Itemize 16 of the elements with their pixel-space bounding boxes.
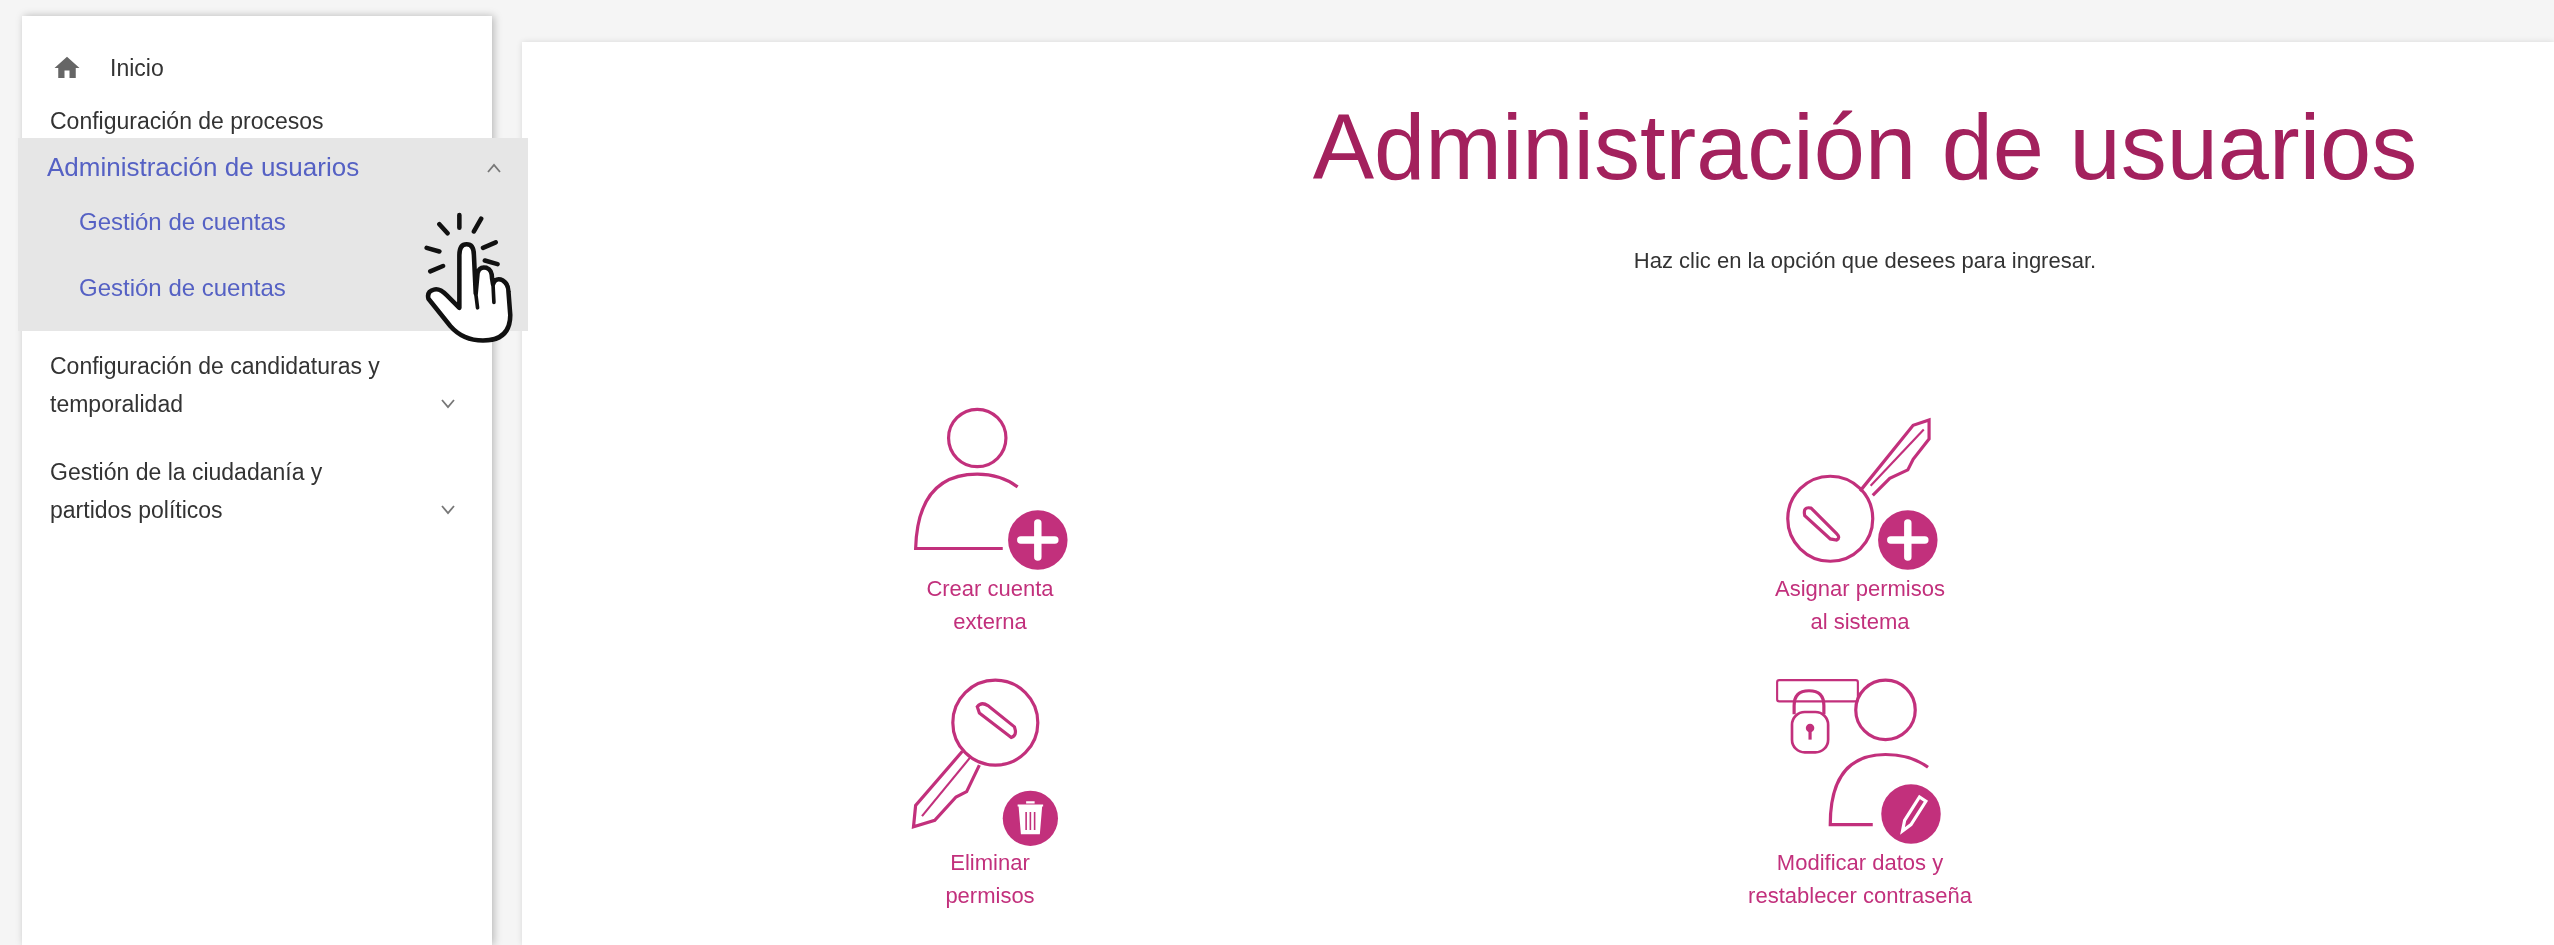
page-title: Administración de usuarios xyxy=(1312,95,2418,200)
option-label[interactable]: Crear cuenta externa xyxy=(926,572,1054,638)
chevron-icon[interactable] xyxy=(440,399,456,409)
sidebar-item[interactable]: Gestión de la ciudadanía y partidos políticos xyxy=(50,453,323,529)
sidebar-item[interactable]: Configuración de candidaturas y temporalidad xyxy=(50,347,380,423)
sidebar-item[interactable]: Administración de usuarios xyxy=(47,152,360,183)
option-label[interactable]: Eliminar permisos xyxy=(945,846,1035,912)
chevron-icon[interactable] xyxy=(486,162,502,173)
sidebar-item[interactable]: Configuración de procesos xyxy=(50,108,324,135)
option-label[interactable]: Asignar permisos al sistema xyxy=(1775,572,1945,638)
chevron-icon[interactable] xyxy=(440,505,456,515)
sidebar-item[interactable]: Inicio xyxy=(110,54,164,82)
submenu-item[interactable]: Gestión de cuentas xyxy=(18,189,528,255)
option-label[interactable]: Modificar datos y restablecer contraseña xyxy=(1748,846,1972,912)
submenu-item[interactable]: Gestión de cuentas xyxy=(18,255,528,321)
page-subtitle: Haz clic en la opción que desees para ingresar. xyxy=(1633,248,2097,274)
